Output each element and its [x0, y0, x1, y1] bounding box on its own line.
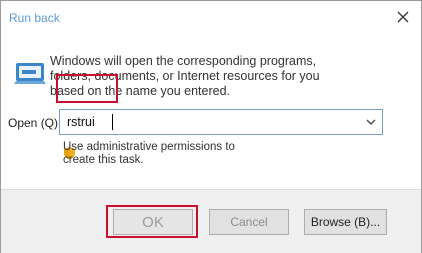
cancel-button[interactable]: Cancel: [209, 209, 289, 235]
dialog-footer: OK Cancel Browse (B)...: [1, 189, 421, 253]
dialog-description: Windows will open the corresponding prog…: [50, 54, 320, 98]
browse-button[interactable]: Browse (B)...: [304, 209, 387, 235]
text-caret: [112, 114, 113, 130]
dialog-content: Windows will open the corresponding prog…: [1, 34, 421, 189]
close-button[interactable]: [393, 7, 413, 27]
ok-button[interactable]: OK: [113, 209, 193, 235]
window-title: Run back: [9, 11, 60, 25]
open-label: Open (Q): [8, 116, 59, 130]
close-icon: [397, 11, 409, 23]
admin-note-line-2: create this task.: [63, 154, 144, 166]
admin-permissions-note: Use administrative permissions to create…: [63, 141, 263, 167]
run-dialog: Run back Windows will open the correspon…: [0, 0, 422, 253]
admin-note-line-1: Use administrative permissions to: [63, 141, 235, 153]
open-input-value: rstrui: [67, 115, 95, 129]
open-input[interactable]: rstrui: [59, 109, 383, 135]
chevron-down-icon[interactable]: [366, 118, 376, 126]
title-bar: Run back: [1, 1, 421, 33]
run-icon: [14, 63, 46, 84]
